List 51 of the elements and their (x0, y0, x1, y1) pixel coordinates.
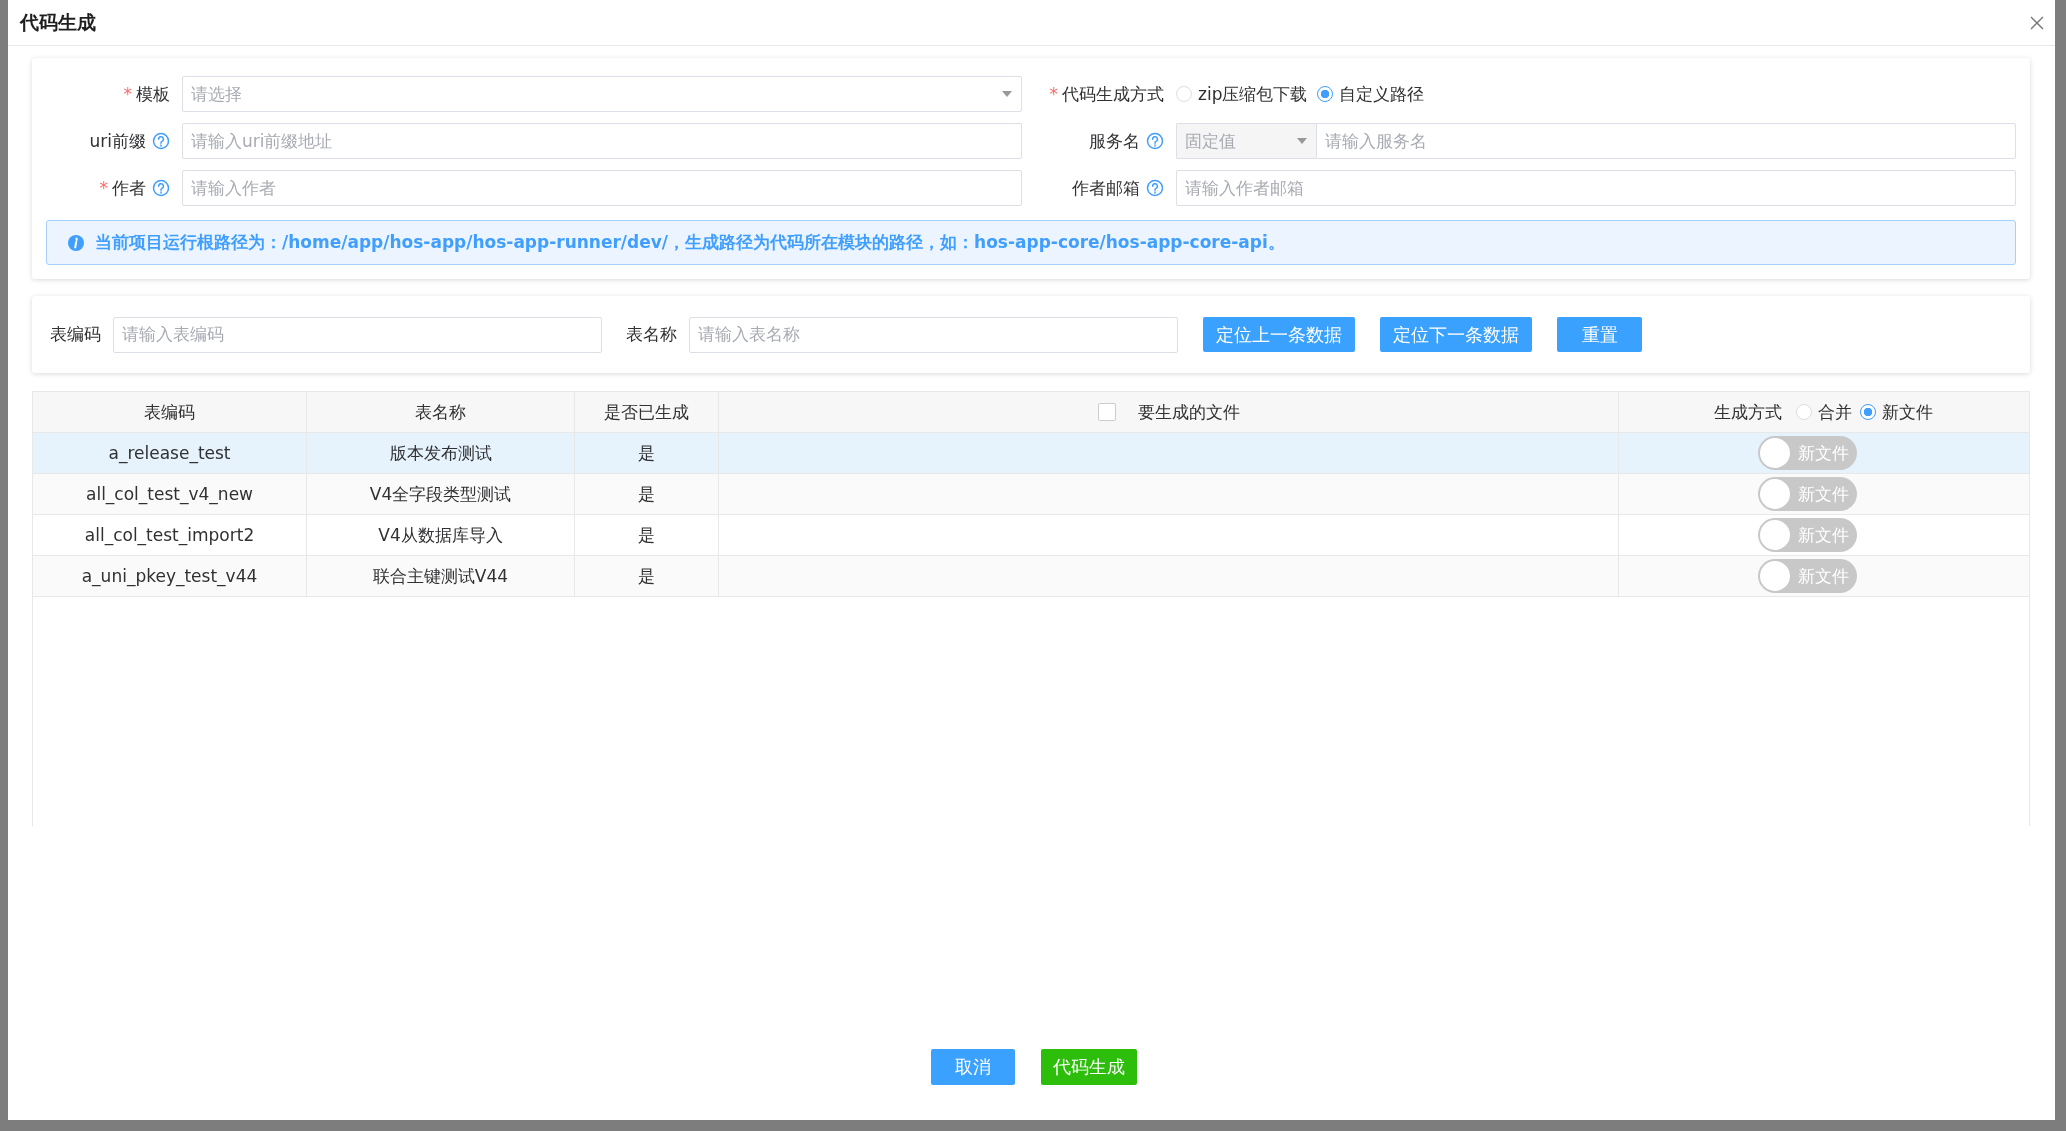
column-header: 表名称 (415, 400, 466, 424)
input-field[interactable]: 请输入作者邮箱 (1176, 170, 2016, 206)
field-label: * 作者 (99, 176, 146, 200)
table-cell: a_uni_pkey_test_v44 (81, 566, 258, 586)
info-text: 当前项目运行根路径为：/home/app/hos-app/hos-app-runner/dev/，生成路径为代码所在模块的路径，如：hos-app-core/hos-app-core-api。 (95, 231, 1285, 254)
column-header: 要生成的文件 (1137, 400, 1240, 424)
generate-button[interactable]: 代码生成 (1040, 1049, 1137, 1085)
select-field[interactable]: 请选择 (182, 76, 1022, 112)
field-label: * 模板 (123, 82, 170, 106)
cancel-button[interactable]: 取消 (930, 1049, 1015, 1085)
input-field[interactable]: 请输入表编码 (113, 316, 602, 353)
table-cell: 是 (638, 482, 655, 506)
caret-icon (1296, 137, 1308, 145)
column-header: 是否已生成 (604, 400, 689, 424)
table-cell: 联合主键测试V44 (372, 564, 509, 588)
caret-icon (1001, 90, 1013, 98)
table-cell: V4全字段类型测试 (369, 482, 512, 506)
locate-button[interactable]: 定位上一条数据 (1203, 317, 1355, 352)
field-label: 作者邮箱 (1072, 176, 1140, 200)
locate-button[interactable]: 定位下一条数据 (1380, 317, 1532, 352)
filter-label: 表编码 (50, 323, 101, 346)
table-cell: 是 (638, 441, 655, 465)
prefix-select[interactable]: 固定值 (1176, 123, 1316, 159)
table-cell: 是 (638, 523, 655, 547)
table-cell: V4从数据库导入 (378, 523, 503, 547)
checkbox[interactable] (1097, 403, 1116, 421)
info-icon (67, 233, 85, 252)
close-icon[interactable] (2029, 14, 2045, 31)
column-header: 表编码 (144, 400, 195, 424)
radio-label: 新文件 (1881, 400, 1933, 424)
table-cell: a_release_test (108, 443, 231, 463)
filter-label: 表名称 (626, 323, 677, 346)
radio-label: 合并 (1817, 400, 1852, 424)
field-label: 服务名 (1089, 129, 1140, 153)
table-cell: 是 (638, 564, 655, 588)
reset-button[interactable]: 重置 (1557, 317, 1642, 352)
field-label: uri前缀 (89, 129, 146, 153)
input-field[interactable]: 请输入服务名 (1316, 123, 2016, 159)
radio-label: zip压缩包下载 (1198, 82, 1308, 106)
radio-button[interactable] (1859, 404, 1876, 420)
radio-button[interactable] (1317, 86, 1334, 102)
input-field[interactable]: 请输入uri前缀地址 (182, 123, 1022, 159)
table-cell: all_col_test_import2 (84, 525, 255, 545)
table-cell: all_col_test_v4_new (86, 484, 253, 504)
radio-label: 自定义路径 (1339, 82, 1425, 106)
column-header: 生成方式 (1713, 400, 1782, 424)
table-cell: 版本发布测试 (389, 441, 492, 465)
input-field[interactable]: 请输入作者 (182, 170, 1022, 206)
field-label: * 代码生成方式 (1049, 82, 1164, 106)
input-field[interactable]: 请输入表名称 (689, 316, 1178, 353)
dialog-title: 代码生成 (20, 9, 96, 35)
